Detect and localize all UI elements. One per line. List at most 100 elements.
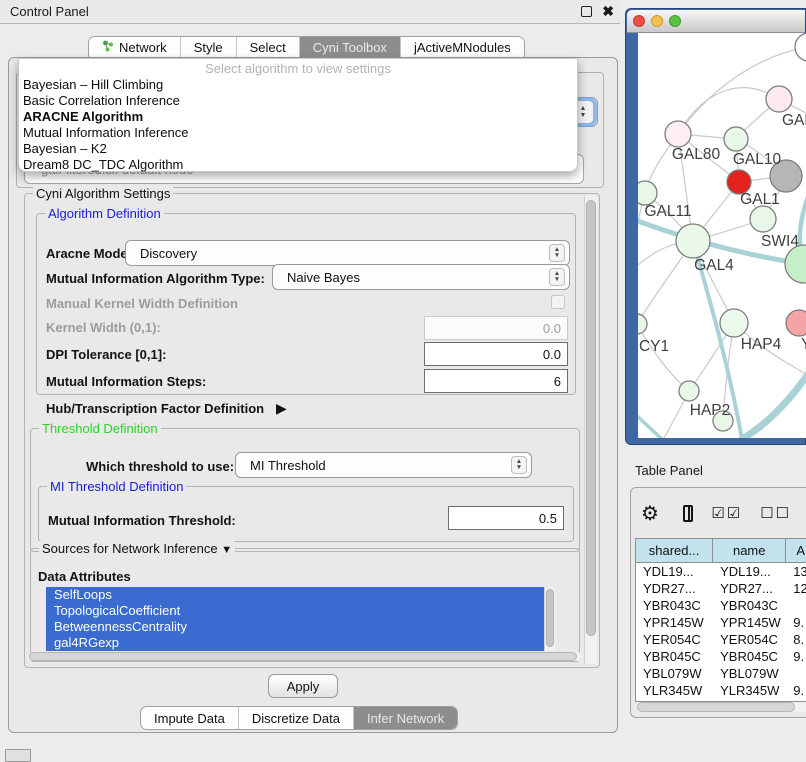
algorithm-option[interactable]: Bayesian – K2 (19, 141, 577, 157)
table-cell: 12 (786, 580, 806, 597)
graph-node-gal10[interactable] (724, 127, 748, 151)
tab-style[interactable]: Style (181, 37, 237, 58)
panel-title: Control Panel (10, 4, 89, 19)
table-cell: 13 (786, 563, 806, 580)
column-header-1[interactable]: shared... (636, 539, 713, 563)
table-cell: YER054C (713, 631, 786, 648)
popup-prompt: Select algorithm to view settings (19, 61, 577, 77)
graph-node-gcy1[interactable] (638, 314, 647, 334)
graph-node[interactable] (785, 245, 806, 283)
expand-right-icon[interactable]: ▶ (276, 400, 287, 417)
columns-icon[interactable] (683, 505, 693, 522)
node-label: GAL10 (733, 151, 782, 168)
node-label: Y (801, 336, 806, 353)
aracne-mode-label: Aracne Mode: (46, 246, 132, 261)
combobox-stepper-icon[interactable]: ▲▼ (511, 456, 527, 474)
graph-node-hap2[interactable] (679, 381, 699, 401)
table-row[interactable]: YBR045CYBR045C9. (636, 648, 806, 665)
table-row[interactable]: YER054CYER054C8. (636, 631, 806, 648)
scrollbar-thumb[interactable] (546, 589, 554, 647)
column-header-3[interactable]: A (786, 539, 806, 563)
settings-vertical-scrollbar[interactable] (584, 196, 597, 664)
algorithm-option[interactable]: Mutual Information Inference (19, 125, 577, 141)
graph-node[interactable] (795, 33, 806, 61)
scrollbar-thumb[interactable] (29, 652, 577, 661)
attribute-item[interactable]: TopologicalCoefficient (46, 603, 544, 619)
attribute-item[interactable]: BetweennessCentrality (46, 619, 544, 635)
network-view-window[interactable]: GALGAL80GAL10GAL1GAL11SWI4GAL4GCY1HAP4YH… (625, 8, 806, 445)
manual-kernel-label: Manual Kernel Width Definition (46, 296, 238, 311)
network-canvas[interactable]: GALGAL80GAL10GAL1GAL11SWI4GAL4GCY1HAP4YH… (638, 33, 806, 438)
which-threshold-combobox[interactable]: MI Threshold ▲▼ (235, 452, 532, 478)
table-row[interactable]: YPR145WYPR145W9. (636, 614, 806, 631)
data-attributes-label: Data Attributes (38, 569, 131, 584)
tab-discretize-data[interactable]: Discretize Data (239, 707, 354, 729)
attribute-item[interactable]: gal4RGexp (46, 635, 544, 651)
graph-edge-highlighted (638, 411, 668, 438)
tab-cyni-toolbox[interactable]: Cyni Toolbox (300, 37, 401, 58)
tab-network[interactable]: Network (89, 37, 181, 58)
algorithm-option[interactable]: ARACNE Algorithm (19, 109, 577, 125)
tab-select[interactable]: Select (237, 37, 300, 58)
tab-label: Style (194, 40, 223, 55)
aracne-mode-combobox[interactable]: Discovery ▲▼ (125, 240, 570, 266)
mi-type-combobox[interactable]: Naive Bayes ▲▼ (272, 264, 570, 290)
collapse-down-icon[interactable]: ▼ (221, 544, 232, 556)
list-vertical-scrollbar[interactable] (544, 587, 555, 651)
scrollbar-thumb[interactable] (637, 702, 795, 712)
tab-impute-data[interactable]: Impute Data (141, 707, 239, 729)
mi-type-label: Mutual Information Algorithm Type: (46, 271, 265, 286)
table-row[interactable]: YBL079WYBL079W (636, 665, 806, 682)
dpi-tolerance-field[interactable]: 0.0 (424, 342, 568, 366)
manual-kernel-checkbox[interactable] (551, 295, 565, 309)
data-attributes-list[interactable]: SelfLoopsTopologicalCoefficientBetweenne… (46, 587, 544, 651)
sources-title-text: Sources for Network Inference (42, 541, 218, 556)
table-cell: YLR345W (713, 682, 786, 699)
graph-node-swi4[interactable] (750, 206, 776, 232)
graph-node-hap4[interactable] (720, 309, 748, 337)
close-icon[interactable]: ✖ (602, 3, 614, 20)
mi-steps-field[interactable]: 6 (424, 369, 568, 393)
table-row[interactable]: YDL19...YDL19...13 (636, 563, 806, 580)
scrollbar-thumb[interactable] (586, 200, 596, 636)
graph-edge-highlighted (742, 367, 806, 438)
table-row[interactable]: YLR345WYLR345W9. (636, 682, 806, 699)
algorithm-option[interactable]: Basic Correlation Inference (19, 93, 577, 109)
zoom-window-icon[interactable] (669, 15, 681, 27)
graph-node-gal80[interactable] (665, 121, 691, 147)
gear-icon[interactable]: ⚙ (641, 501, 659, 526)
graph-node-y[interactable] (786, 310, 806, 336)
network-window-titlebar[interactable] (627, 10, 805, 33)
mi-threshold-field[interactable]: 0.5 (448, 506, 564, 530)
table-cell: YER054C (636, 631, 713, 648)
table-row[interactable]: YBR043CYBR043C (636, 597, 806, 614)
minimize-window-icon[interactable] (651, 15, 663, 27)
combobox-stepper-icon[interactable]: ▲▼ (549, 244, 565, 262)
table-row[interactable]: YDR27...YDR27...12 (636, 580, 806, 597)
table-cell: YDL19... (636, 563, 713, 580)
table-horizontal-scrollbar[interactable] (636, 702, 806, 712)
graph-node-gal4[interactable] (676, 224, 710, 258)
tab-infer-network[interactable]: Infer Network (354, 707, 457, 729)
close-window-icon[interactable] (633, 15, 645, 27)
graph-node-gal[interactable] (766, 86, 792, 112)
algorithm-option[interactable]: Bayesian – Hill Climbing (19, 77, 577, 93)
algorithm-option[interactable]: Dream8 DC_TDC Algorithm (19, 157, 577, 173)
apply-button[interactable]: Apply (268, 674, 338, 698)
attribute-item[interactable]: SelfLoops (46, 587, 544, 603)
settings-horizontal-scrollbar[interactable] (28, 652, 582, 661)
graph-node-gal11[interactable] (638, 181, 657, 205)
combobox-stepper-icon[interactable]: ▲▼ (549, 268, 565, 286)
select-all-checkboxes-icon[interactable]: ☑☑ (711, 504, 742, 522)
kernel-width-field[interactable]: 0.0 (424, 316, 568, 340)
deselect-all-checkboxes-icon[interactable]: ☐☐ (760, 504, 791, 522)
float-window-icon[interactable] (581, 6, 592, 17)
column-header-2[interactable]: name (713, 539, 786, 563)
table-panel: ⚙ ☑☑ ☐☐ shared...nameA YDL19...YDL19...1… (630, 487, 806, 718)
minimized-panel-icon[interactable] (5, 749, 31, 762)
table-cell: YBR043C (636, 597, 713, 614)
node-label: GCY1 (638, 338, 669, 355)
threshold-definition-title: Threshold Definition (39, 421, 161, 436)
tab-jactivemnodules[interactable]: jActiveMNodules (401, 37, 524, 58)
table-cell: YLR345W (636, 682, 713, 699)
